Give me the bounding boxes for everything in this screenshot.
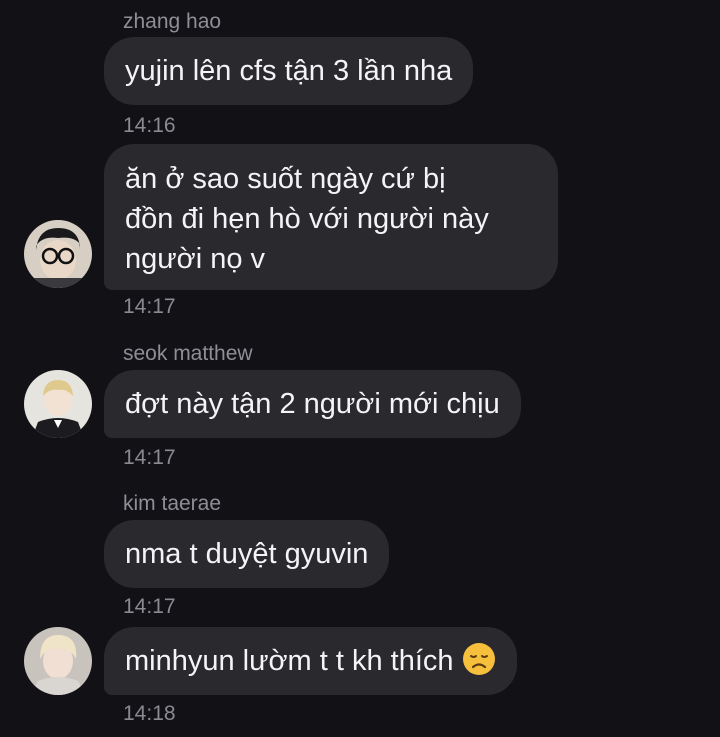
message-text: nma t duyệt gyuvin [125,538,369,570]
avatar[interactable] [24,627,92,695]
sender-name: seok matthew [123,342,253,365]
message-text-line: ăn ở sao suốt ngày cứ bị [125,163,446,195]
message-timestamp: 14:17 [123,595,176,618]
message-bubble[interactable]: ăn ở sao suốt ngày cứ bị đồn đi hẹn hò v… [104,144,558,290]
message-timestamp: 14:16 [123,114,176,137]
message-timestamp: 14:18 [123,702,176,725]
message-bubble[interactable]: nma t duyệt gyuvin [104,520,390,588]
message-text-line: người nọ v [125,243,266,275]
message-text: yujin lên cfs tận 3 lần nha [125,55,453,87]
chat-thread: zhang hao yujin lên cfs tận 3 lần nha 14… [0,0,720,737]
message-text: đợt này tận 2 người mới chịu [125,388,500,420]
sender-name: kim taerae [123,492,222,515]
disappointed-face-icon [462,643,495,675]
sender-name: zhang hao [123,10,222,33]
avatar[interactable] [24,370,92,438]
message-timestamp: 14:17 [123,446,176,469]
message-bubble[interactable]: minhyun lườm t t kh thích [104,627,517,695]
message-bubble[interactable]: yujin lên cfs tận 3 lần nha [104,37,474,105]
message-bubble[interactable]: đợt này tận 2 người mới chịu [104,370,521,438]
message-text-line: đồn đi hẹn hò với người này [125,203,489,235]
message-text: minhyun lườm t t kh thích [125,645,454,677]
avatar[interactable] [24,220,92,288]
message-timestamp: 14:17 [123,295,176,318]
